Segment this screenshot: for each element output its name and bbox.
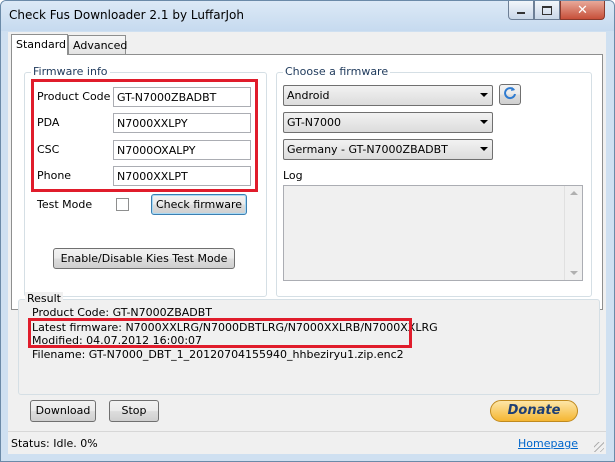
- tab-standard-label: Standard: [16, 38, 67, 51]
- check-firmware-label: Check firmware: [155, 198, 243, 211]
- tab-advanced[interactable]: Advanced: [68, 35, 128, 54]
- homepage-link[interactable]: Homepage: [518, 437, 578, 450]
- app-window: Check Fus Downloader 2.1 by LuffarJoh ✕ …: [0, 0, 615, 462]
- pda-value: N7000XXLPY: [117, 117, 188, 130]
- model-select[interactable]: GT-N7000: [283, 112, 493, 133]
- product-code-label: Product Code: [37, 90, 111, 103]
- kies-test-mode-label: Enable/Disable Kies Test Mode: [60, 252, 228, 265]
- resize-grip-icon[interactable]: [594, 442, 604, 452]
- log-label: Log: [283, 169, 303, 182]
- region-select[interactable]: Germany - GT-N7000ZBADBT: [283, 139, 493, 160]
- log-scrollbar[interactable]: [564, 186, 582, 280]
- choose-firmware-label: Choose a firmware: [283, 65, 391, 78]
- tab-standard[interactable]: Standard: [11, 34, 68, 55]
- maximize-icon: [542, 5, 552, 15]
- window-title: Check Fus Downloader 2.1 by LuffarJoh: [9, 8, 244, 22]
- download-button[interactable]: Download: [30, 400, 96, 422]
- tab-advanced-label: Advanced: [73, 39, 128, 52]
- firmware-info-label: Firmware info: [31, 65, 110, 78]
- csc-value: N7000OXALPY: [117, 144, 196, 157]
- status-bar: Status: Idle. 0% Homepage: [8, 431, 606, 454]
- choose-firmware-group: Choose a firmware Android GT-N7000 Germa…: [276, 65, 592, 297]
- product-code-value: GT-N7000ZBADBT: [117, 91, 217, 104]
- kies-test-mode-button[interactable]: Enable/Disable Kies Test Mode: [53, 248, 235, 269]
- minimize-icon: [517, 12, 525, 14]
- result-label: Result: [25, 292, 63, 305]
- refresh-button[interactable]: [499, 84, 521, 105]
- csc-label: CSC: [37, 143, 60, 156]
- csc-field[interactable]: N7000OXALPY: [113, 140, 251, 160]
- model-select-value: GT-N7000: [287, 116, 342, 129]
- stop-label: Stop: [121, 404, 147, 417]
- result-line-filename: Filename: GT-N7000_DBT_1_20120704155940_…: [32, 348, 404, 361]
- minimize-button[interactable]: [508, 1, 534, 20]
- close-icon: ✕: [577, 2, 588, 18]
- phone-label: Phone: [37, 169, 72, 182]
- title-bar[interactable]: Check Fus Downloader 2.1 by LuffarJoh ✕: [1, 1, 614, 31]
- product-code-field[interactable]: GT-N7000ZBADBT: [113, 87, 251, 107]
- firmware-info-group: Firmware info Product Code GT-N7000ZBADB…: [24, 65, 267, 297]
- os-select[interactable]: Android: [283, 85, 493, 106]
- os-select-value: Android: [287, 89, 330, 102]
- test-mode-label: Test Mode: [37, 198, 93, 211]
- chevron-down-icon: [480, 120, 488, 124]
- chevron-down-icon: [480, 147, 488, 151]
- phone-field[interactable]: N7000XXLPT: [113, 166, 251, 186]
- result-line-modified: Modified: 04.07.2012 16:00:07: [32, 334, 203, 347]
- donate-button[interactable]: Donate: [490, 400, 578, 422]
- pda-field[interactable]: N7000XXLPY: [113, 113, 251, 133]
- standard-tab-panel: Firmware info Product Code GT-N7000ZBADB…: [11, 54, 603, 310]
- scroll-up-icon: [570, 191, 578, 195]
- stop-button[interactable]: Stop: [109, 400, 159, 422]
- client-area: Standard Advanced Firmware info Product …: [8, 32, 606, 454]
- result-line-product-code: Product Code: GT-N7000ZBADBT: [32, 306, 213, 319]
- scroll-down-icon: [570, 271, 578, 275]
- phone-value: N7000XXLPT: [117, 170, 188, 183]
- region-select-value: Germany - GT-N7000ZBADBT: [287, 143, 448, 156]
- donate-label: Donate: [507, 403, 561, 418]
- result-line-latest-firmware: Latest firmware: N7000XXLRG/N7000DBTLRG/…: [32, 321, 438, 334]
- chevron-down-icon: [480, 93, 488, 97]
- test-mode-checkbox[interactable]: [116, 198, 129, 211]
- refresh-icon: [504, 87, 516, 100]
- download-label: Download: [35, 404, 91, 417]
- close-button[interactable]: ✕: [560, 1, 605, 20]
- maximize-button[interactable]: [534, 1, 560, 20]
- check-firmware-button[interactable]: Check firmware: [151, 194, 247, 215]
- pda-label: PDA: [37, 116, 60, 129]
- log-textarea[interactable]: [283, 185, 583, 281]
- status-text: Status: Idle. 0%: [11, 437, 98, 450]
